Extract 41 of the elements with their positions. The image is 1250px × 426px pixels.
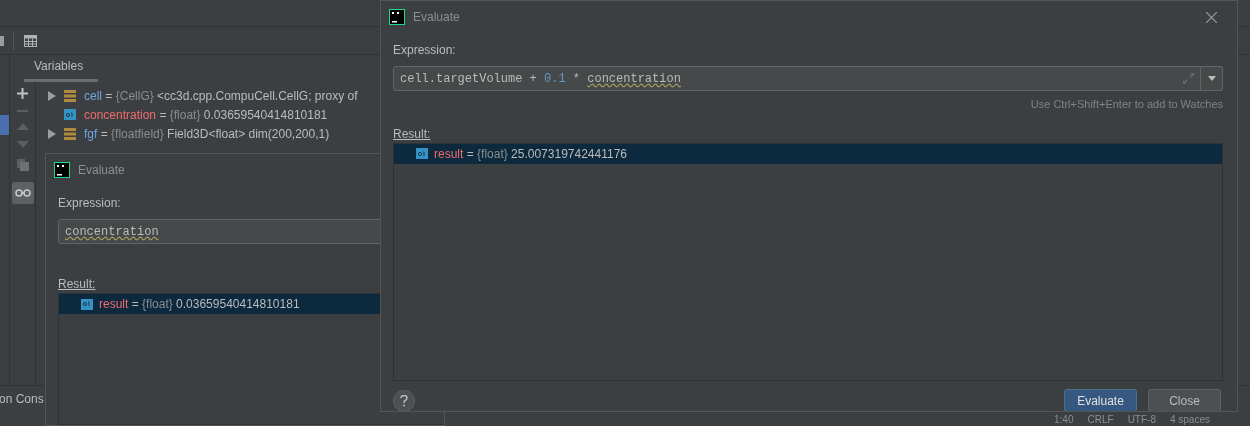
variable-text: concentration = {float} 0.03659540414810181 [84,106,328,124]
number-type-icon [81,298,93,310]
expression-label: Expression: [58,195,122,212]
watches-button[interactable] [11,182,34,204]
object-type-icon [64,89,76,102]
expression-label: Expression: [393,42,457,59]
result-label: Result: [58,276,96,293]
dialog-title: Evaluate [413,9,460,26]
table-icon[interactable] [24,34,37,47]
result-label: Result: [393,125,431,143]
variable-text: fgf = {floatfield} Field3D<float> dim(200,200,1) [84,125,330,143]
add-icon[interactable] [17,88,28,99]
evaluate-button[interactable]: Evaluate [1064,389,1137,411]
app-logo-icon [389,9,405,25]
expand-arrow-icon[interactable] [48,128,56,139]
close-icon[interactable] [1206,11,1217,23]
result-text: result = {float} 0.03659540414810181 [99,296,300,313]
app-logo-icon [54,162,70,178]
number-type-icon [64,109,76,120]
history-dropdown-button[interactable] [1201,66,1223,91]
hint-text: Use Ctrl+Shift+Enter to add to Watches [1030,97,1223,112]
status-bar-item[interactable]: 1:40 [1054,414,1074,426]
caret-icon [1207,76,1216,81]
glasses-icon [14,189,31,197]
status-bar-item[interactable]: 4 spaces [1169,414,1210,426]
help-button[interactable] [393,389,415,411]
expand-arrow-icon[interactable] [48,90,56,101]
status-bar-item[interactable]: UTF-8 [1127,414,1156,426]
variables-tab[interactable]: Variables [24,57,98,82]
console-tab[interactable]: on Cons [0,390,44,408]
expression-field[interactable]: cell.targetVolume + 0.1 * concentration [393,66,1201,91]
object-type-icon [64,127,76,140]
close-button[interactable]: Close [1148,389,1221,411]
question-mark-icon [400,394,408,407]
result-text: result = {float} 25.007319742441176 [434,145,627,163]
variable-text: cell = {CellG} <cc3d.cpp.CompuCell.CellG; proxy of [84,87,358,105]
dialog-title: Evaluate [78,162,125,179]
status-bar-item[interactable]: CRLF [1087,414,1114,426]
number-type-icon [416,148,428,159]
result-row[interactable]: result = {float} 25.007319742441176 [394,143,1222,164]
copy-icon[interactable] [16,159,29,171]
